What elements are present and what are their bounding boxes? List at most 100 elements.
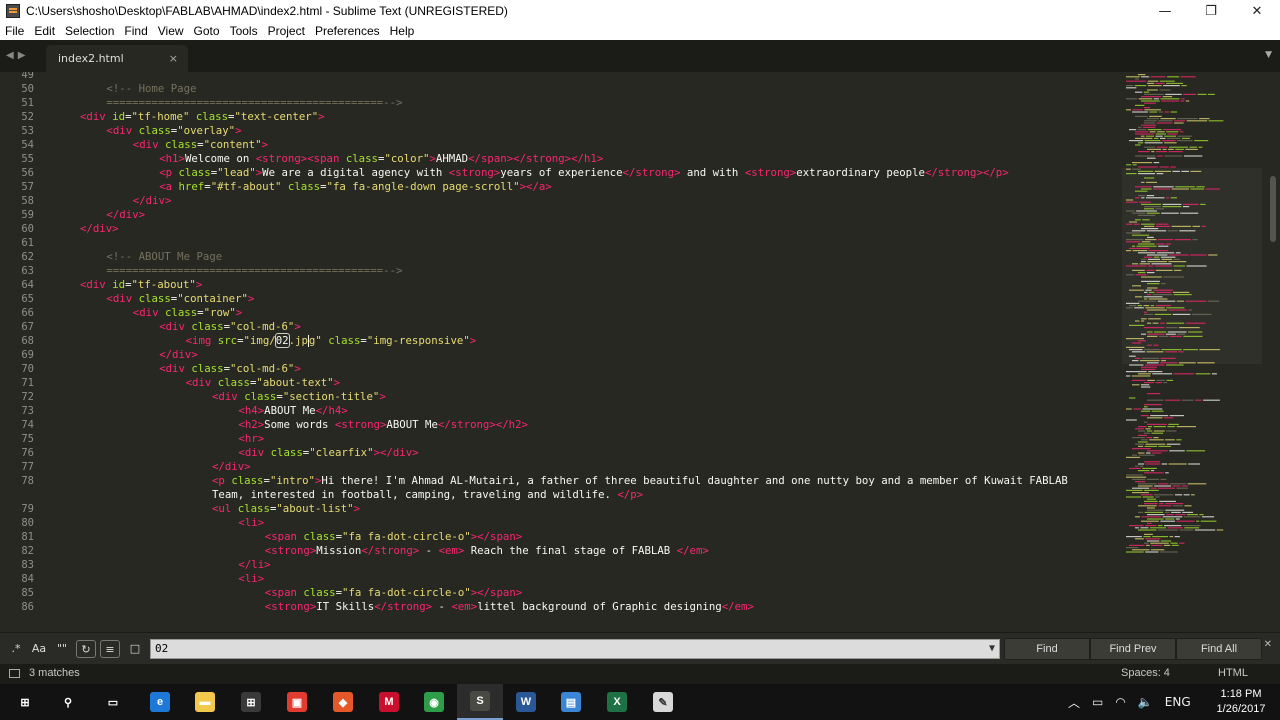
- code-line[interactable]: <div class="section-title">: [212, 390, 386, 404]
- find-button[interactable]: Find: [1004, 638, 1090, 660]
- tab-index2-html[interactable]: index2.html ×: [46, 45, 188, 72]
- taskbar-file-explorer[interactable]: ▬: [182, 684, 228, 720]
- tab-dropdown-icon[interactable]: ▼: [1265, 50, 1272, 60]
- code-line[interactable]: <span class="fa fa-dot-circle-o"></span>: [265, 530, 522, 544]
- code-line[interactable]: <div class="clearfix"></div>: [238, 446, 418, 460]
- taskbar-search[interactable]: ⚲: [45, 684, 91, 720]
- code-line[interactable]: </div>: [159, 348, 198, 362]
- tab-close-icon[interactable]: ×: [169, 45, 178, 72]
- code-line[interactable]: <li>: [238, 572, 264, 586]
- minimap[interactable]: [1120, 72, 1268, 632]
- indentation-setting[interactable]: Spaces: 4: [1121, 667, 1170, 679]
- code-line[interactable]: <div class="about-text">: [186, 376, 340, 390]
- code-editor[interactable]: 49 50 51 52 53 54 55 56 57 58 59 60 61 62 63 64 65 66 67 68…: [0, 72, 1268, 632]
- code-line[interactable]: <div class="row">: [133, 306, 242, 320]
- taskbar-edge[interactable]: e: [137, 684, 183, 720]
- wrap-icon[interactable]: ↻: [76, 640, 96, 658]
- code-line[interactable]: <img src="img/02.jpg" class="img-respons…: [186, 333, 476, 348]
- code-line[interactable]: <p class="lead">We are a digital agency …: [159, 166, 1008, 180]
- volume-icon[interactable]: 🔈: [1132, 695, 1159, 709]
- find-history-dropdown-icon[interactable]: ▼: [989, 640, 995, 658]
- maximize-button[interactable]: ❐: [1188, 0, 1234, 22]
- menu-view[interactable]: View: [153, 24, 189, 38]
- code-line[interactable]: </div>: [80, 222, 119, 236]
- case-sensitive-toggle[interactable]: Aa: [28, 640, 50, 658]
- minimap-stroke: [1144, 511, 1164, 513]
- code-line[interactable]: ========================================…: [106, 96, 402, 110]
- code-line[interactable]: <div id="tf-about">: [80, 278, 202, 292]
- code-line[interactable]: <strong>Mission</strong> - <em> Reach th…: [265, 544, 709, 558]
- taskbar-store[interactable]: ⊞: [228, 684, 274, 720]
- code-line[interactable]: <span class="fa fa-dot-circle-o"></span>: [265, 586, 522, 600]
- minimap-stroke: [1173, 373, 1195, 375]
- code-line[interactable]: </div>: [106, 208, 145, 222]
- code-line[interactable]: ========================================…: [106, 264, 402, 278]
- code-line[interactable]: </li>: [238, 558, 270, 572]
- menu-find[interactable]: Find: [119, 24, 152, 38]
- code-line[interactable]: <ul class="about-list">: [212, 502, 360, 516]
- taskbar-paint[interactable]: ✎: [640, 684, 686, 720]
- code-line[interactable]: <h2>Some words <strong>ABOUT Me</strong>…: [238, 418, 528, 432]
- minimap-stroke: [1141, 520, 1159, 522]
- find-input[interactable]: 02 ▼: [150, 639, 1000, 659]
- menu-tools[interactable]: Tools: [225, 24, 263, 38]
- menu-help[interactable]: Help: [385, 24, 420, 38]
- code-line[interactable]: <div class="col-md-6">: [159, 320, 301, 334]
- code-line[interactable]: <!-- Home Page: [106, 82, 196, 96]
- code-line[interactable]: <p class="intro">Hi there! I'm Ahmad AL-…: [212, 474, 1068, 488]
- panel-toggle-icon[interactable]: [9, 669, 20, 678]
- highlight-matches-icon[interactable]: □: [126, 640, 144, 658]
- taskbar-file-app[interactable]: ▤: [548, 684, 594, 720]
- taskbar-app-red[interactable]: ▣: [274, 684, 320, 720]
- taskbar-excel[interactable]: X: [594, 684, 640, 720]
- taskbar-sublime[interactable]: S: [457, 684, 503, 720]
- code-line[interactable]: <h4>ABOUT Me</h4>: [238, 404, 347, 418]
- minimize-button[interactable]: —: [1142, 0, 1188, 22]
- code-line[interactable]: Team, interested in football, camping, t…: [212, 488, 643, 502]
- code-line[interactable]: </div>: [212, 460, 251, 474]
- vertical-scrollbar[interactable]: [1268, 72, 1280, 632]
- taskbar-mcafee[interactable]: M: [366, 684, 412, 720]
- taskbar-app-orange[interactable]: ◆: [320, 684, 366, 720]
- taskbar-word[interactable]: W: [503, 684, 549, 720]
- taskbar-task-view[interactable]: ▭: [90, 684, 136, 720]
- code-line[interactable]: </div>: [133, 194, 172, 208]
- taskbar-chrome[interactable]: ◉: [411, 684, 457, 720]
- menu-project[interactable]: Project: [263, 24, 310, 38]
- code-line[interactable]: <strong>IT Skills</strong> - <em>littel …: [265, 600, 754, 614]
- code-line[interactable]: <!-- ABOUT Me Page: [106, 250, 222, 264]
- wifi-icon[interactable]: ◠: [1109, 695, 1131, 709]
- close-window-button[interactable]: ✕: [1234, 0, 1280, 22]
- code-line[interactable]: <div id="tf-home" class="text-center">: [80, 110, 325, 124]
- clock[interactable]: 1:18 PM 1/26/2017: [1212, 687, 1270, 717]
- find-all-button[interactable]: Find All: [1176, 638, 1262, 660]
- scrollbar-thumb[interactable]: [1270, 176, 1276, 242]
- taskbar-windows-start[interactable]: ⊞: [2, 684, 48, 720]
- regex-toggle[interactable]: .*: [6, 640, 26, 658]
- language-indicator[interactable]: ENG: [1159, 695, 1197, 709]
- in-selection-icon[interactable]: ≡: [100, 640, 120, 658]
- menu-selection[interactable]: Selection: [60, 24, 119, 38]
- tab-nav-arrows-icon[interactable]: ◀▶: [6, 50, 29, 61]
- code-line[interactable]: <div class="container">: [106, 292, 254, 306]
- whole-word-toggle[interactable]: "": [52, 640, 72, 658]
- find-close-icon[interactable]: ✕: [1264, 639, 1272, 650]
- code-line[interactable]: <div class="overlay">: [106, 124, 241, 138]
- battery-icon[interactable]: ▭: [1086, 695, 1109, 709]
- code-line[interactable]: <div class="col-md-6">: [159, 362, 301, 376]
- code-line[interactable]: <a href="#tf-about" class="fa fa-angle-d…: [159, 180, 552, 194]
- tray-chevron-icon[interactable]: ︿: [1062, 694, 1086, 711]
- menu-file[interactable]: File: [0, 24, 29, 38]
- menu-goto[interactable]: Goto: [189, 24, 225, 38]
- code-area[interactable]: <!-- Home Page ==========================…: [0, 72, 1120, 632]
- code-line[interactable]: <div class="content">: [133, 138, 268, 152]
- code-line[interactable]: <hr>: [238, 432, 264, 446]
- code-line[interactable]: <h1>Welcome on <strong><span class="colo…: [159, 152, 603, 166]
- code-line[interactable]: <li>: [238, 516, 264, 530]
- syntax-selector[interactable]: HTML: [1218, 667, 1248, 679]
- minimap-stroke: [1144, 533, 1153, 535]
- menu-edit[interactable]: Edit: [29, 24, 60, 38]
- menu-preferences[interactable]: Preferences: [310, 24, 385, 38]
- find-prev-button[interactable]: Find Prev: [1090, 638, 1176, 660]
- minimap-stroke: [1126, 109, 1131, 111]
